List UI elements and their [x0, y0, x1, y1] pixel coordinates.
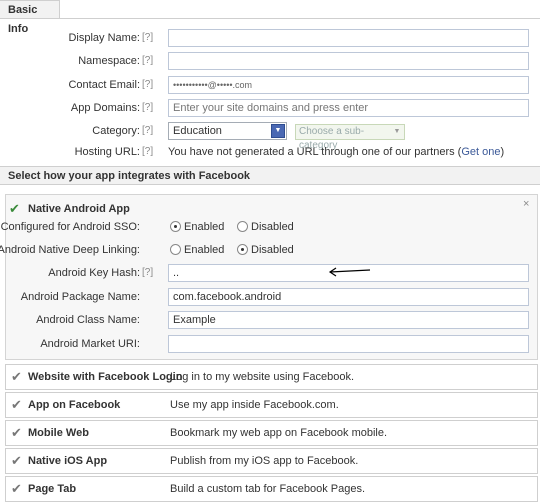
- help-link[interactable]: [?]: [142, 142, 153, 162]
- get-one-link[interactable]: Get one: [461, 146, 500, 158]
- integration-mobile-web[interactable]: ✔ Mobile Web Bookmark my web app on Face…: [5, 420, 538, 446]
- check-icon: ✔: [11, 425, 22, 440]
- sso-enabled-label: Enabled: [184, 221, 225, 233]
- arrow-left-annotation: [328, 267, 371, 277]
- category-value: Education: [173, 125, 222, 137]
- hosting-url-text: You have not generated a URL through one…: [168, 142, 504, 162]
- section-title: Select how your app integrates with Face…: [8, 170, 251, 182]
- check-icon: ✔: [11, 481, 22, 496]
- display-name-input[interactable]: [168, 29, 529, 47]
- market-uri-input[interactable]: [168, 335, 529, 353]
- category-row: Category: [?] Education ▼ Choose a sub-c…: [0, 121, 540, 151]
- sso-disabled-radio[interactable]: [237, 221, 248, 232]
- android-sso-label: Configured for Android SSO:: [0, 221, 140, 233]
- android-deep-linking-row: Android Native Deep Linking: Enabled Dis…: [0, 240, 540, 260]
- integration-name: Page Tab: [28, 483, 77, 495]
- category-select[interactable]: Education ▼: [168, 122, 287, 140]
- category-label: Category:: [92, 125, 140, 137]
- integration-desc: Publish from my iOS app to Facebook.: [170, 455, 359, 467]
- android-market-row: Android Market URI:: [0, 334, 540, 354]
- class-name-label: Android Class Name:: [36, 314, 140, 326]
- integration-desc: Bookmark my web app on Facebook mobile.: [170, 427, 388, 439]
- help-link[interactable]: [?]: [142, 51, 153, 71]
- android-package-row: Android Package Name: com.facebook.andro…: [0, 287, 540, 307]
- chevron-down-icon: ▼: [271, 124, 285, 138]
- app-domains-input[interactable]: Enter your site domains and press enter: [168, 99, 529, 117]
- integration-desc: Use my app inside Facebook.com.: [170, 399, 339, 411]
- android-sso-row: Configured for Android SSO: Enabled Disa…: [0, 217, 540, 237]
- integration-desc: Log in to my website using Facebook.: [170, 371, 355, 383]
- sso-disabled-label: Disabled: [251, 221, 294, 233]
- app-domains-row: App Domains: [?] Enter your site domains…: [0, 98, 540, 118]
- sso-enabled-radio[interactable]: [170, 221, 181, 232]
- deep-linking-enabled-radio[interactable]: [170, 244, 181, 255]
- deep-linking-label: Android Native Deep Linking:: [0, 244, 140, 256]
- integrations-header: Select how your app integrates with Face…: [0, 166, 540, 185]
- package-name-input[interactable]: com.facebook.android: [168, 288, 529, 306]
- hosting-url-label: Hosting URL:: [74, 146, 140, 158]
- integration-name: Mobile Web: [28, 427, 89, 439]
- chevron-down-icon: ▼: [393, 128, 401, 135]
- namespace-label: Namespace:: [78, 55, 140, 67]
- display-name-row: Display Name: [?]: [0, 28, 540, 48]
- integration-native-ios[interactable]: ✔ Native iOS App Publish from my iOS app…: [5, 448, 538, 474]
- sub-category-select[interactable]: Choose a sub-category ▼: [295, 124, 405, 151]
- close-icon[interactable]: ×: [523, 198, 529, 210]
- integration-website-login[interactable]: ✔ Website with Facebook Login Log in to …: [5, 364, 538, 390]
- package-name-label: Android Package Name:: [20, 291, 140, 303]
- header-divider: [60, 0, 540, 19]
- contact-email-input[interactable]: •••••••••••@•••••.com: [168, 76, 529, 94]
- integration-name: Website with Facebook Login: [28, 371, 183, 383]
- help-link[interactable]: [?]: [142, 263, 153, 283]
- check-icon: ✔: [11, 453, 22, 468]
- check-icon: ✔: [11, 369, 22, 384]
- integration-app-on-facebook[interactable]: ✔ App on Facebook Use my app inside Face…: [5, 392, 538, 418]
- contact-email-row: Contact Email: [?] •••••••••••@•••••.com: [0, 75, 540, 95]
- android-panel-title[interactable]: Native Android App: [28, 202, 130, 216]
- display-name-label: Display Name:: [68, 32, 140, 44]
- basic-info-header: Basic Info: [0, 0, 60, 35]
- android-key-hash-row: Android Key Hash: [?] ..: [0, 263, 540, 283]
- integration-name: Native iOS App: [28, 455, 108, 467]
- integration-name: App on Facebook: [28, 399, 121, 411]
- deep-linking-disabled-radio[interactable]: [237, 244, 248, 255]
- deep-linking-enabled-label: Enabled: [184, 244, 225, 256]
- contact-email-label: Contact Email:: [68, 79, 140, 91]
- help-link[interactable]: [?]: [142, 121, 153, 141]
- deep-linking-disabled-label: Disabled: [251, 244, 294, 256]
- hosting-url-message: You have not generated a URL through one…: [168, 146, 462, 158]
- hosting-url-row: Hosting URL: [?] You have not generated …: [0, 142, 540, 162]
- help-link[interactable]: [?]: [142, 75, 153, 95]
- integration-desc: Build a custom tab for Facebook Pages.: [170, 483, 366, 495]
- app-domains-label: App Domains:: [70, 102, 140, 114]
- help-link[interactable]: [?]: [142, 28, 153, 48]
- namespace-row: Namespace: [?]: [0, 51, 540, 71]
- check-icon: ✔: [11, 397, 22, 412]
- integration-page-tab[interactable]: ✔ Page Tab Build a custom tab for Facebo…: [5, 476, 538, 502]
- help-link[interactable]: [?]: [142, 98, 153, 118]
- namespace-input[interactable]: [168, 52, 529, 70]
- market-uri-label: Android Market URI:: [40, 338, 140, 350]
- android-class-row: Android Class Name: Example: [0, 310, 540, 330]
- hosting-url-paren: ): [500, 146, 505, 158]
- key-hash-label: Android Key Hash:: [48, 267, 140, 279]
- class-name-input[interactable]: Example: [168, 311, 529, 329]
- check-icon: ✔: [9, 201, 20, 216]
